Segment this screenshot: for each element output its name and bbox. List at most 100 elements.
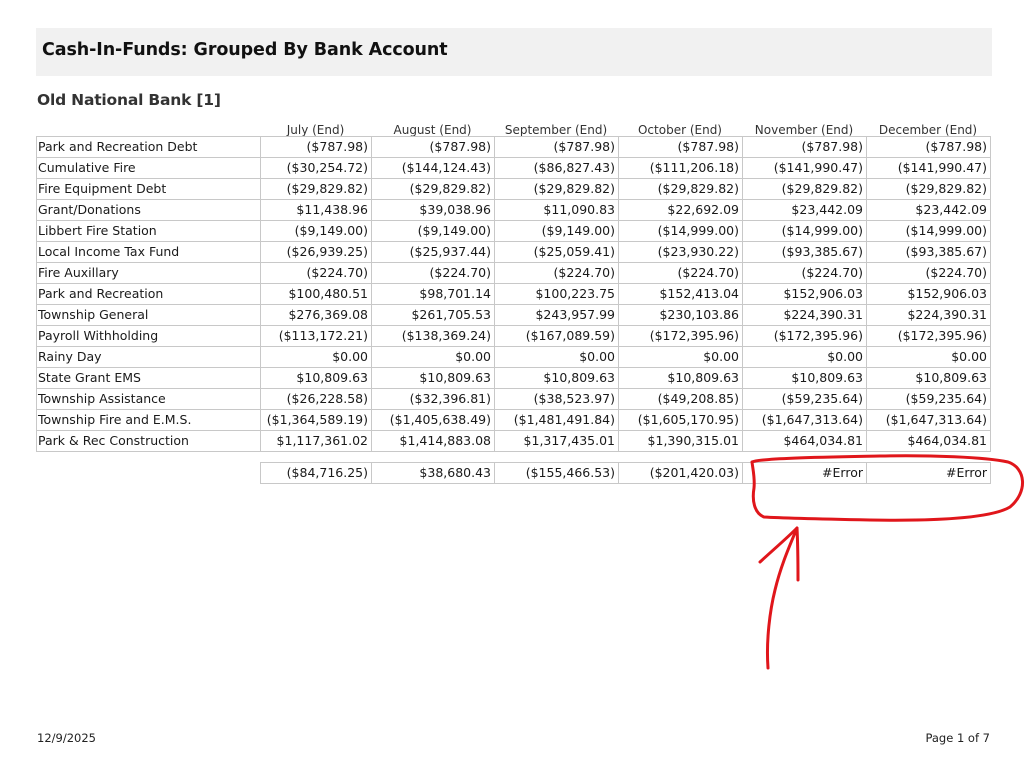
fund-name-cell: Payroll Withholding xyxy=(36,325,261,347)
fund-value-cell: $23,442.09 xyxy=(742,199,867,221)
fund-value-cell: ($113,172.21) xyxy=(260,325,372,347)
fund-value-cell: $464,034.81 xyxy=(742,430,867,452)
fund-value-cell: ($59,235.64) xyxy=(866,388,991,410)
fund-value-cell: ($29,829.82) xyxy=(618,178,743,200)
fund-value-cell: ($29,829.82) xyxy=(742,178,867,200)
fund-value-cell: $10,809.63 xyxy=(742,367,867,389)
report-title: Cash-In-Funds: Grouped By Bank Account xyxy=(42,40,448,60)
fund-value-cell: $230,103.86 xyxy=(618,304,743,326)
column-header-august: August (End) xyxy=(393,123,472,137)
fund-name-cell: Park and Recreation Debt xyxy=(36,136,261,158)
footer-page-number: Page 1 of 7 xyxy=(925,731,990,745)
fund-row: Fire Auxillary ($224.70) ($224.70) ($224.70… xyxy=(36,262,991,284)
fund-row: Rainy Day $0.00 $0.00 $0.00 $0.00 $0.00 $0.00 xyxy=(36,346,991,368)
fund-value-cell: $0.00 xyxy=(260,346,372,368)
fund-value-cell: ($141,990.47) xyxy=(742,157,867,179)
fund-value-cell: $10,809.63 xyxy=(494,367,619,389)
fund-value-cell: ($138,369.24) xyxy=(371,325,495,347)
fund-row: Libbert Fire Station ($9,149.00) ($9,149.0… xyxy=(36,220,991,242)
fund-value-cell: ($25,059.41) xyxy=(494,241,619,263)
fund-name-cell: Fire Equipment Debt xyxy=(36,178,261,200)
hand-drawn-arrow-shaft-annotation xyxy=(766,526,800,670)
report-title-band: Cash-In-Funds: Grouped By Bank Account xyxy=(36,28,992,76)
fund-row: Payroll Withholding ($113,172.21) ($138,36… xyxy=(36,325,991,347)
fund-value-cell: ($787.98) xyxy=(494,136,619,158)
fund-value-cell: ($224.70) xyxy=(371,262,495,284)
fund-value-cell: ($787.98) xyxy=(742,136,867,158)
totals-table: ($84,716.25) $38,680.43 ($155,466.53) ($… xyxy=(260,462,991,484)
fund-value-cell: $261,705.53 xyxy=(371,304,495,326)
fund-value-cell: ($787.98) xyxy=(260,136,372,158)
fund-value-cell: $152,413.04 xyxy=(618,283,743,305)
fund-value-cell: ($144,124.43) xyxy=(371,157,495,179)
fund-value-cell: ($224.70) xyxy=(742,262,867,284)
fund-value-cell: ($111,206.18) xyxy=(618,157,743,179)
fund-value-cell: ($787.98) xyxy=(866,136,991,158)
fund-value-cell: ($172,395.96) xyxy=(618,325,743,347)
fund-value-cell: $0.00 xyxy=(371,346,495,368)
fund-name-cell: Township Assistance xyxy=(36,388,261,410)
fund-value-cell: ($9,149.00) xyxy=(494,220,619,242)
fund-value-cell: $100,223.75 xyxy=(494,283,619,305)
fund-value-cell: $224,390.31 xyxy=(742,304,867,326)
fund-value-cell: ($167,089.59) xyxy=(494,325,619,347)
funds-table: Park and Recreation Debt ($787.98) ($787.9… xyxy=(36,136,991,452)
fund-value-cell: ($93,385.67) xyxy=(866,241,991,263)
totals-row: ($84,716.25) $38,680.43 ($155,466.53) ($… xyxy=(260,462,991,484)
fund-value-cell: ($1,481,491.84) xyxy=(494,409,619,431)
fund-value-cell: ($30,254.72) xyxy=(260,157,372,179)
fund-value-cell: ($49,208.85) xyxy=(618,388,743,410)
fund-row: Local Income Tax Fund ($26,939.25) ($25,93… xyxy=(36,241,991,263)
total-cell-november: #Error xyxy=(742,462,867,484)
fund-value-cell: $11,438.96 xyxy=(260,199,372,221)
column-headers: July (End) August (End) September (End) … xyxy=(0,123,1030,137)
fund-value-cell: $100,480.51 xyxy=(260,283,372,305)
fund-value-cell: $0.00 xyxy=(618,346,743,368)
fund-value-cell: $1,390,315.01 xyxy=(618,430,743,452)
fund-value-cell: ($9,149.00) xyxy=(260,220,372,242)
fund-name-cell: Grant/Donations xyxy=(36,199,261,221)
fund-value-cell: ($29,829.82) xyxy=(260,178,372,200)
fund-value-cell: ($172,395.96) xyxy=(742,325,867,347)
fund-row: State Grant EMS $10,809.63 $10,809.63 $10,8… xyxy=(36,367,991,389)
fund-value-cell: ($1,605,170.95) xyxy=(618,409,743,431)
column-header-november: November (End) xyxy=(754,123,854,137)
fund-value-cell: $11,090.83 xyxy=(494,199,619,221)
fund-value-cell: $243,957.99 xyxy=(494,304,619,326)
fund-value-cell: $10,809.63 xyxy=(618,367,743,389)
fund-value-cell: ($26,939.25) xyxy=(260,241,372,263)
total-cell-september: ($155,466.53) xyxy=(494,462,619,484)
fund-row: Park and Recreation $100,480.51 $98,701.14… xyxy=(36,283,991,305)
fund-value-cell: ($224.70) xyxy=(494,262,619,284)
fund-value-cell: $0.00 xyxy=(866,346,991,368)
fund-value-cell: $152,906.03 xyxy=(742,283,867,305)
fund-value-cell: $1,414,883.08 xyxy=(371,430,495,452)
fund-value-cell: $10,809.63 xyxy=(866,367,991,389)
fund-value-cell: ($32,396.81) xyxy=(371,388,495,410)
fund-row: Township General $276,369.08 $261,705.53 $2… xyxy=(36,304,991,326)
hand-drawn-arrow-head-annotation xyxy=(758,526,799,564)
fund-name-cell: Libbert Fire Station xyxy=(36,220,261,242)
column-header-september: September (End) xyxy=(504,123,608,137)
fund-row: Township Fire and E.M.S. ($1,364,589.19)(… xyxy=(36,409,991,431)
total-cell-july: ($84,716.25) xyxy=(260,462,372,484)
fund-value-cell: $39,038.96 xyxy=(371,199,495,221)
fund-value-cell: ($14,999.00) xyxy=(742,220,867,242)
fund-value-cell: ($38,523.97) xyxy=(494,388,619,410)
fund-value-cell: ($787.98) xyxy=(371,136,495,158)
fund-value-cell: ($141,990.47) xyxy=(866,157,991,179)
fund-name-cell: Rainy Day xyxy=(36,346,261,368)
funds-table-body: Park and Recreation Debt ($787.98) ($787.9… xyxy=(36,136,991,452)
fund-row: Park and Recreation Debt ($787.98) ($787.9… xyxy=(36,136,991,158)
fund-value-cell: ($9,149.00) xyxy=(371,220,495,242)
fund-value-cell: $23,442.09 xyxy=(866,199,991,221)
fund-value-cell: ($14,999.00) xyxy=(618,220,743,242)
fund-value-cell: ($29,829.82) xyxy=(866,178,991,200)
fund-value-cell: ($93,385.67) xyxy=(742,241,867,263)
column-header-july: July (End) xyxy=(286,123,345,137)
fund-value-cell: $10,809.63 xyxy=(371,367,495,389)
fund-value-cell: ($1,647,313.64) xyxy=(866,409,991,431)
fund-value-cell: $276,369.08 xyxy=(260,304,372,326)
fund-value-cell: ($224.70) xyxy=(260,262,372,284)
fund-row: Fire Equipment Debt ($29,829.82) ($29,829.… xyxy=(36,178,991,200)
